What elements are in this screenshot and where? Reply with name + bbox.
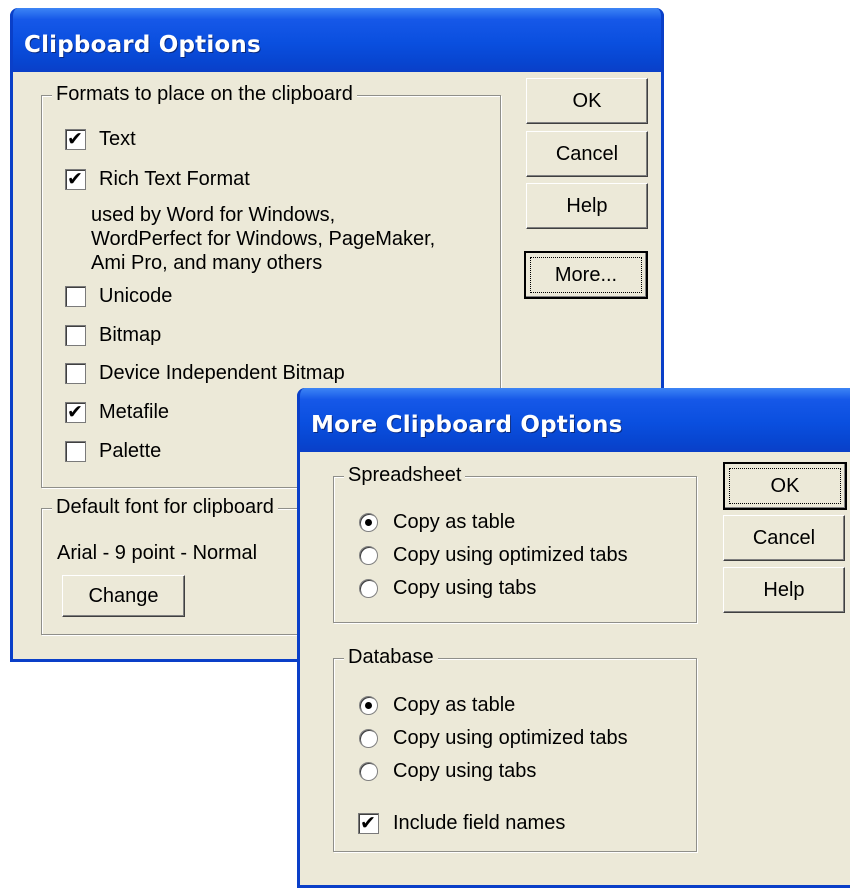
spreadsheet-group-legend: Spreadsheet — [344, 464, 466, 487]
check-mark-icon: ✔ — [67, 168, 83, 190]
radio-dot-icon — [365, 702, 372, 709]
ok-button[interactable]: OK — [526, 78, 648, 124]
rich-text-format-checkbox-label[interactable]: Rich Text Format — [99, 168, 250, 191]
rtf-description-line-3: Ami Pro, and many others — [91, 252, 323, 274]
text-checkbox-box[interactable]: ✔ — [65, 128, 86, 150]
include-field-names-checkbox-box[interactable]: ✔ — [358, 812, 379, 834]
help-button[interactable]: Help — [526, 183, 648, 229]
rtf-description-line-2: WordPerfect for Windows, PageMaker, — [91, 228, 436, 250]
bitmap-checkbox-label[interactable]: Bitmap — [99, 324, 161, 347]
spreadsheet-copy-as-table-label[interactable]: Copy as table — [393, 511, 515, 534]
change-font-button[interactable]: Change — [62, 575, 185, 617]
database-optimized-tabs-radio[interactable] — [359, 729, 378, 748]
rich-text-format-checkbox-box[interactable]: ✔ — [65, 168, 86, 190]
check-mark-icon: ✔ — [67, 128, 83, 150]
more-button[interactable]: More... — [524, 251, 648, 299]
palette-checkbox-box[interactable] — [65, 441, 86, 462]
database-optimized-tabs-label[interactable]: Copy using optimized tabs — [393, 727, 628, 750]
metafile-checkbox-label[interactable]: Metafile — [99, 401, 169, 424]
unicode-checkbox-label[interactable]: Unicode — [99, 285, 172, 308]
more-ok-button[interactable]: OK — [723, 462, 847, 510]
unicode-checkbox-box[interactable] — [65, 286, 86, 307]
more-help-button[interactable]: Help — [723, 567, 845, 613]
rtf-description-line-1: used by Word for Windows, — [91, 204, 336, 226]
more-options-titlebar[interactable]: More Clipboard Options — [297, 388, 850, 452]
more-clipboard-options-dialog: More Clipboard Options Spreadsheet Copy … — [297, 388, 850, 888]
more-cancel-button-label: Cancel — [752, 526, 816, 549]
spreadsheet-tabs-label[interactable]: Copy using tabs — [393, 577, 536, 600]
text-checkbox-label[interactable]: Text — [99, 128, 136, 151]
more-button-label: More... — [554, 263, 618, 286]
database-tabs-radio[interactable] — [359, 762, 378, 781]
default-font-group-legend: Default font for clipboard — [52, 496, 278, 519]
clipboard-options-title: Clipboard Options — [24, 32, 261, 58]
more-options-title: More Clipboard Options — [311, 412, 623, 438]
database-group-legend: Database — [344, 646, 438, 669]
more-cancel-button[interactable]: Cancel — [723, 515, 845, 561]
help-button-label: Help — [566, 194, 608, 217]
radio-dot-icon — [365, 519, 372, 526]
formats-group-legend: Formats to place on the clipboard — [52, 83, 357, 106]
spreadsheet-tabs-radio[interactable] — [359, 579, 378, 598]
ok-button-label: OK — [572, 89, 602, 112]
device-independent-bitmap-checkbox-box[interactable] — [65, 363, 86, 384]
include-field-names-label[interactable]: Include field names — [393, 812, 565, 835]
database-copy-as-table-label[interactable]: Copy as table — [393, 694, 515, 717]
palette-checkbox-label[interactable]: Palette — [99, 440, 161, 463]
cancel-button-label: Cancel — [555, 142, 619, 165]
change-font-button-label: Change — [88, 584, 159, 607]
spreadsheet-optimized-tabs-radio[interactable] — [359, 546, 378, 565]
metafile-checkbox-box[interactable]: ✔ — [65, 401, 86, 423]
check-mark-icon: ✔ — [360, 812, 376, 834]
default-font-value: Arial - 9 point - Normal — [57, 542, 258, 564]
database-copy-as-table-radio[interactable] — [359, 696, 378, 715]
more-ok-button-label: OK — [770, 474, 800, 497]
clipboard-options-titlebar[interactable]: Clipboard Options — [10, 8, 664, 72]
device-independent-bitmap-checkbox-label[interactable]: Device Independent Bitmap — [99, 362, 345, 385]
spreadsheet-optimized-tabs-label[interactable]: Copy using optimized tabs — [393, 544, 628, 567]
database-tabs-label[interactable]: Copy using tabs — [393, 760, 536, 783]
bitmap-checkbox-box[interactable] — [65, 325, 86, 346]
more-help-button-label: Help — [763, 578, 805, 601]
cancel-button[interactable]: Cancel — [526, 131, 648, 177]
spreadsheet-copy-as-table-radio[interactable] — [359, 513, 378, 532]
check-mark-icon: ✔ — [67, 401, 83, 423]
